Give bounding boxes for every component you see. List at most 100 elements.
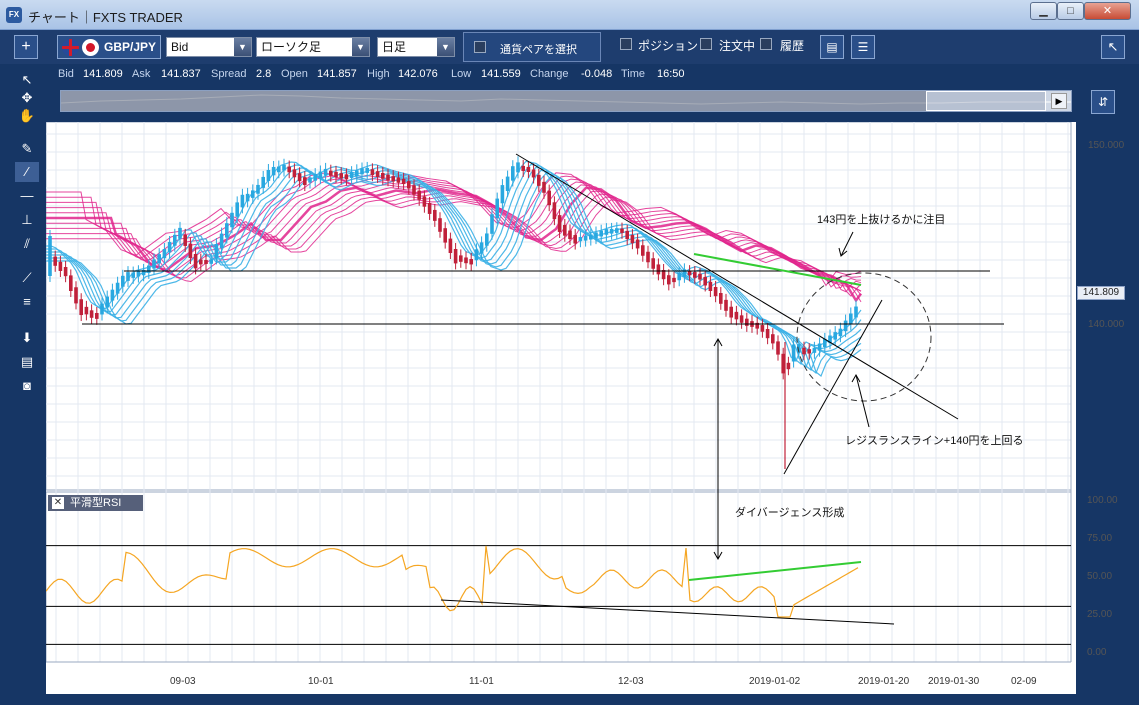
candle-body bbox=[630, 235, 635, 244]
pair-select-button[interactable]: 通貨ペアを選択 bbox=[463, 32, 601, 62]
candle-body bbox=[69, 275, 73, 291]
candle-body bbox=[131, 272, 135, 278]
candle-body bbox=[292, 169, 297, 178]
pin-icon[interactable]: ✎ bbox=[15, 139, 39, 159]
uk-flag-icon bbox=[62, 39, 79, 56]
candle-body bbox=[204, 260, 208, 264]
chart-type-select[interactable]: ローソク足 ▼ bbox=[256, 37, 370, 57]
fibonacci-icon[interactable]: ⟋ bbox=[15, 268, 39, 288]
candle-body bbox=[370, 169, 375, 176]
candle-body bbox=[620, 228, 624, 233]
candle-body bbox=[557, 215, 562, 232]
candle-body bbox=[277, 166, 281, 173]
vertical-line-icon[interactable]: ⊥ bbox=[15, 210, 39, 230]
date-tick: 11-01 bbox=[469, 676, 494, 687]
candle-body bbox=[505, 176, 510, 191]
candle-body bbox=[344, 174, 349, 180]
chart-settings-icon[interactable]: ⇵ bbox=[1091, 90, 1115, 114]
candle-body bbox=[739, 315, 744, 323]
chart-image-icon[interactable]: ▤ bbox=[820, 35, 844, 59]
candle-body bbox=[401, 178, 406, 185]
pair-select-checkbox[interactable] bbox=[474, 41, 486, 53]
candle-body bbox=[453, 249, 458, 264]
candle-body bbox=[786, 362, 791, 370]
time-value: 16:50 bbox=[657, 68, 685, 80]
minimize-icon[interactable]: ▁ bbox=[1030, 2, 1057, 20]
candle-body bbox=[391, 176, 395, 182]
maximize-icon[interactable]: □ bbox=[1057, 2, 1084, 20]
download-icon[interactable]: ⬇ bbox=[15, 328, 39, 348]
rsi-panel-title: 平滑型RSI bbox=[70, 497, 122, 509]
cursor-icon[interactable]: ↖ bbox=[15, 70, 39, 90]
list-icon[interactable]: ☰ bbox=[851, 35, 875, 59]
candle-body bbox=[833, 332, 837, 340]
candle-body bbox=[183, 234, 187, 246]
pair-select-label: 通貨ペアを選択 bbox=[500, 44, 577, 56]
candle-body bbox=[105, 296, 109, 308]
candle-body bbox=[157, 254, 161, 264]
candle-body bbox=[386, 174, 390, 181]
price-type-select[interactable]: Bid ▼ bbox=[166, 37, 252, 57]
candle-body bbox=[245, 193, 250, 202]
price-chart[interactable] bbox=[46, 122, 1076, 694]
candle-body bbox=[152, 259, 156, 269]
candle-body bbox=[776, 341, 780, 355]
horizontal-line-icon[interactable]: — bbox=[15, 186, 39, 206]
quote-bar: Bid 141.809 Ask 141.837 Spread 2.8 Open … bbox=[47, 64, 1079, 86]
candle-body bbox=[199, 259, 203, 265]
crosshair-cursor-icon[interactable]: ✥ bbox=[15, 88, 39, 108]
date-tick: 2019-01-30 bbox=[928, 676, 980, 687]
app-icon: FX bbox=[6, 7, 22, 23]
candle-body bbox=[235, 202, 239, 217]
candle-body bbox=[698, 273, 702, 280]
add-chart-button[interactable]: + bbox=[14, 35, 38, 59]
candle-body bbox=[703, 276, 707, 286]
candle-body bbox=[95, 313, 99, 319]
candle-body bbox=[349, 172, 354, 178]
list-icon[interactable]: ▤ bbox=[15, 352, 39, 372]
chevron-right-icon[interactable]: ▶ bbox=[1051, 93, 1067, 109]
candle-body bbox=[448, 238, 453, 253]
candle-body bbox=[667, 275, 671, 285]
open-label: Open bbox=[281, 68, 308, 80]
close-icon[interactable]: ✕ bbox=[1084, 2, 1131, 20]
chart-navigator[interactable]: ▶ bbox=[60, 90, 1072, 112]
candle-body bbox=[297, 173, 302, 182]
navigator-window[interactable] bbox=[926, 91, 1046, 111]
timeframe-select[interactable]: 日足 ▼ bbox=[377, 37, 455, 57]
hand-icon[interactable]: ✋ bbox=[15, 106, 39, 126]
candle-body bbox=[500, 185, 505, 204]
candle-body bbox=[74, 287, 78, 304]
annotation-top-note: 143円を上抜けるかに注目 bbox=[817, 214, 946, 226]
candle-body bbox=[708, 281, 713, 291]
arrow-up-left-icon[interactable]: ↖ bbox=[1101, 35, 1125, 59]
channel-icon[interactable]: ≡ bbox=[15, 292, 39, 312]
parallel-lines-icon[interactable]: ⫽ bbox=[15, 234, 39, 254]
candle-body bbox=[58, 261, 63, 271]
candle-body bbox=[573, 235, 577, 244]
orders-checkbox[interactable] bbox=[700, 38, 712, 50]
low-value: 141.559 bbox=[481, 68, 521, 80]
camera-icon[interactable]: ◙ bbox=[15, 376, 39, 396]
candle-body bbox=[162, 249, 167, 259]
annotation-resistance-note: レジスランスライン+140円を上回る bbox=[845, 435, 1024, 447]
date-tick: 02-09 bbox=[1011, 676, 1037, 687]
candle-body bbox=[256, 184, 260, 194]
candle-body bbox=[443, 228, 447, 243]
japan-flag-icon bbox=[82, 39, 99, 56]
history-checkbox[interactable] bbox=[760, 38, 772, 50]
ask-value: 141.837 bbox=[161, 68, 201, 80]
candle-body bbox=[838, 328, 843, 337]
candle-body bbox=[459, 255, 463, 262]
candle-body bbox=[48, 236, 52, 276]
orders-label: 注文中 bbox=[719, 39, 756, 53]
trendline-icon[interactable]: ⁄ bbox=[15, 162, 39, 182]
candle-body bbox=[511, 166, 515, 181]
close-icon[interactable]: ✕ bbox=[52, 497, 64, 509]
position-checkbox[interactable] bbox=[620, 38, 632, 50]
candle-body bbox=[167, 242, 172, 253]
candle-body bbox=[687, 271, 692, 276]
symbol-selector[interactable]: GBP/JPY bbox=[57, 35, 161, 59]
candle-body bbox=[615, 228, 619, 233]
candle-body bbox=[849, 313, 853, 325]
